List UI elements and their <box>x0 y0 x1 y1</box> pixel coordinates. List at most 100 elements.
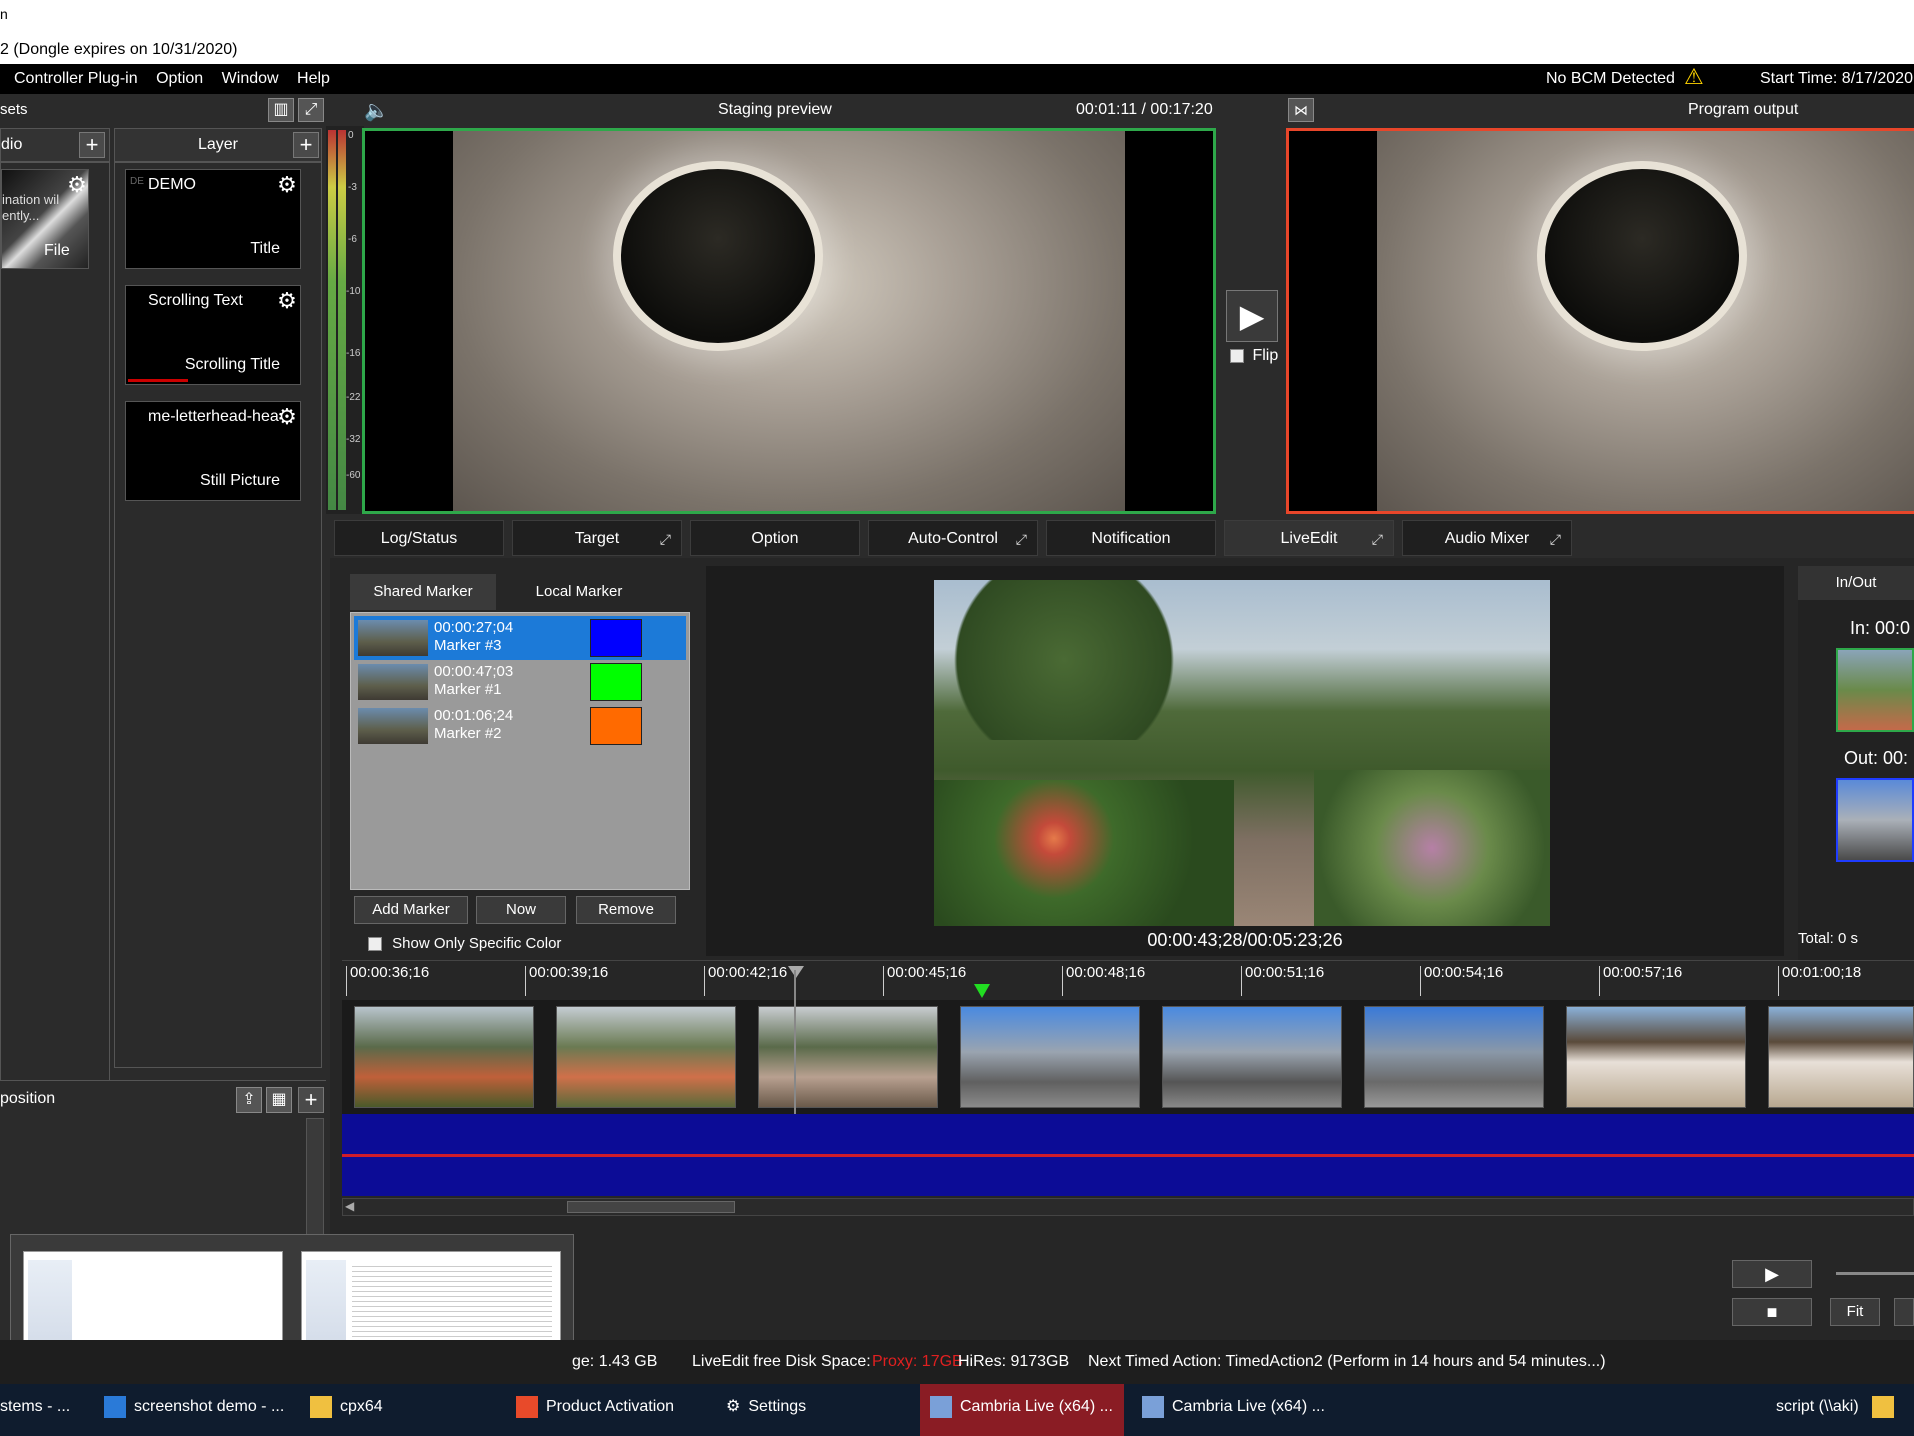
marker-row[interactable]: 00:00:47;03 Marker #1 <box>354 660 686 704</box>
gear-icon[interactable]: ⚙ <box>276 290 298 312</box>
now-button[interactable]: Now <box>476 896 566 924</box>
in-point-thumbnail[interactable] <box>1836 648 1914 732</box>
taskbar-item[interactable]: script (\\aki) <box>1776 1384 1886 1436</box>
tab-audio-mixer[interactable]: Audio Mixer ⤢ <box>1402 520 1572 556</box>
gear-icon[interactable]: ⚙ <box>276 174 298 196</box>
marker-thumbnail <box>358 708 428 744</box>
filmstrip-frame[interactable] <box>1364 1006 1544 1108</box>
menu-controller-plugin[interactable]: Controller Plug-in <box>14 64 138 94</box>
tab-auto-control[interactable]: Auto-Control ⤢ <box>868 520 1038 556</box>
marker-color-swatch[interactable] <box>590 707 642 745</box>
program-header: ⋈ Program output <box>1284 94 1914 126</box>
gear-icon[interactable]: ⚙ <box>66 174 88 196</box>
filmstrip-frame[interactable] <box>758 1006 938 1108</box>
marker-color-swatch[interactable] <box>590 619 642 657</box>
meter-tick: -10 <box>346 286 361 297</box>
upload-icon[interactable]: ⇪ <box>236 1087 262 1113</box>
layer-tile-scrolling[interactable]: Scrolling Text ⚙ Scrolling Title <box>125 285 301 385</box>
filmstrip-frame[interactable] <box>354 1006 534 1108</box>
taskbar-item[interactable]: screenshot demo - ... <box>104 1384 294 1436</box>
playhead-marker[interactable] <box>788 966 804 978</box>
color-filter-label: Show Only Specific Color <box>392 935 562 952</box>
layer-list: DE DEMO ⚙ Title Scrolling Text ⚙ Scrolli… <box>114 162 322 1068</box>
menu-help[interactable]: Help <box>297 64 330 94</box>
tab-shared-marker[interactable]: Shared Marker <box>350 574 496 610</box>
filmstrip-frame[interactable] <box>1768 1006 1914 1108</box>
extra-button[interactable] <box>1894 1298 1914 1326</box>
add-layer-button[interactable]: + <box>293 132 319 158</box>
tab-target[interactable]: Target ⤢ <box>512 520 682 556</box>
layer-tile-demo[interactable]: DE DEMO ⚙ Title <box>125 169 301 269</box>
grid-view-icon[interactable]: ▥ <box>268 98 294 122</box>
taskbar-item[interactable] <box>1872 1384 1914 1436</box>
tab-log-status[interactable]: Log/Status <box>334 520 504 556</box>
pin-icon[interactable]: ⤢ <box>660 521 671 557</box>
taskbar-item[interactable]: Cambria Live (x64) ... <box>1136 1384 1336 1436</box>
zoom-slider[interactable] <box>1836 1272 1914 1275</box>
add-composition-button[interactable]: + <box>298 1087 324 1113</box>
filmstrip-frame[interactable] <box>960 1006 1140 1108</box>
flip-checkbox[interactable] <box>1230 348 1244 363</box>
menu-option[interactable]: Option <box>156 64 203 94</box>
audio-track[interactable] <box>342 1114 1914 1196</box>
staging-header: Staging preview 00:01:11 / 00:17:20 <box>364 94 1214 126</box>
play-button[interactable]: ▶ <box>1732 1260 1812 1288</box>
stop-button[interactable]: ■ <box>1732 1298 1812 1326</box>
expand-icon[interactable]: ⤢ <box>298 98 324 122</box>
timeline-tick-label: 00:00:39;16 <box>529 964 609 981</box>
taskbar-item[interactable]: ⚙ Settings <box>726 1384 846 1436</box>
meter-tick: -3 <box>348 182 357 193</box>
pin-icon[interactable]: ⤢ <box>1550 521 1561 557</box>
marker-thumbnail <box>358 664 428 700</box>
out-point-thumbnail[interactable] <box>1836 778 1914 862</box>
flip-option[interactable]: Flip <box>1230 346 1278 366</box>
filmstrip-frame[interactable] <box>1566 1006 1746 1108</box>
take-button[interactable]: ▶ <box>1226 290 1278 342</box>
gear-icon[interactable]: ⚙ <box>276 406 298 428</box>
marker-color-swatch[interactable] <box>590 663 642 701</box>
taskbar-item-label: cpx64 <box>340 1398 383 1415</box>
layer-name: DEMO <box>148 176 196 193</box>
folder-icon <box>310 1395 332 1418</box>
swap-icon[interactable]: ⋈ <box>1288 98 1314 122</box>
composition-scrollbar[interactable] <box>306 1118 324 1238</box>
tab-liveedit[interactable]: LiveEdit ⤢ <box>1224 520 1394 556</box>
filmstrip-frame[interactable] <box>1162 1006 1342 1108</box>
color-filter-checkbox[interactable] <box>368 937 382 952</box>
marker-row[interactable]: 00:00:27;04 Marker #3 <box>354 616 686 660</box>
menu-window[interactable]: Window <box>222 64 279 94</box>
liveedit-video[interactable] <box>934 580 1550 926</box>
scrollbar-thumb[interactable] <box>567 1201 735 1213</box>
tab-notification[interactable]: Notification <box>1046 520 1216 556</box>
layer-tile-still[interactable]: me-letterhead-hea ⚙ Still Picture <box>125 401 301 501</box>
marker-row[interactable]: 00:01:06;24 Marker #2 <box>354 704 686 748</box>
timecode-text: 00:00:43;28/00:05:23;26 <box>1147 930 1343 950</box>
taskbar-item[interactable]: stems - ... <box>0 1384 96 1436</box>
audio-file-tile[interactable]: ination wil ently... ⚙ File <box>1 169 89 269</box>
add-marker-button[interactable]: Add Marker <box>354 896 468 924</box>
tab-local-marker[interactable]: Local Marker <box>506 574 652 610</box>
taskbar-item[interactable]: Product Activation <box>516 1384 696 1436</box>
marker-text: 00:00:27;04 Marker #3 <box>434 619 513 655</box>
tab-option[interactable]: Option <box>690 520 860 556</box>
liveedit-timecode: 00:00:43;28/00:05:23;26 <box>706 930 1784 958</box>
inout-tab[interactable]: In/Out <box>1798 566 1914 600</box>
filmstrip-frame[interactable] <box>556 1006 736 1108</box>
grid-icon[interactable]: ▦ <box>266 1087 292 1113</box>
program-frame <box>1377 131 1914 511</box>
button-label: Fit <box>1846 1303 1864 1320</box>
timeline-scrollbar[interactable]: ◀ <box>342 1198 1914 1216</box>
pin-icon[interactable]: ⤢ <box>1372 521 1383 557</box>
taskbar-item-active[interactable]: Cambria Live (x64) ... <box>920 1384 1124 1436</box>
fit-button[interactable]: Fit <box>1830 1298 1880 1326</box>
button-label: Now <box>505 901 536 918</box>
audio-column-header: dio + <box>0 128 110 162</box>
pin-icon[interactable]: ⤢ <box>1016 521 1027 557</box>
taskbar-item[interactable]: cpx64 <box>310 1384 410 1436</box>
marker-time: 00:00:47;03 <box>434 663 514 680</box>
scroll-left-icon[interactable]: ◀ <box>345 1199 354 1213</box>
staging-preview-video[interactable] <box>362 128 1216 514</box>
add-audio-button[interactable]: + <box>79 132 105 158</box>
color-filter-option[interactable]: Show Only Specific Color <box>368 934 561 954</box>
remove-button[interactable]: Remove <box>576 896 676 924</box>
